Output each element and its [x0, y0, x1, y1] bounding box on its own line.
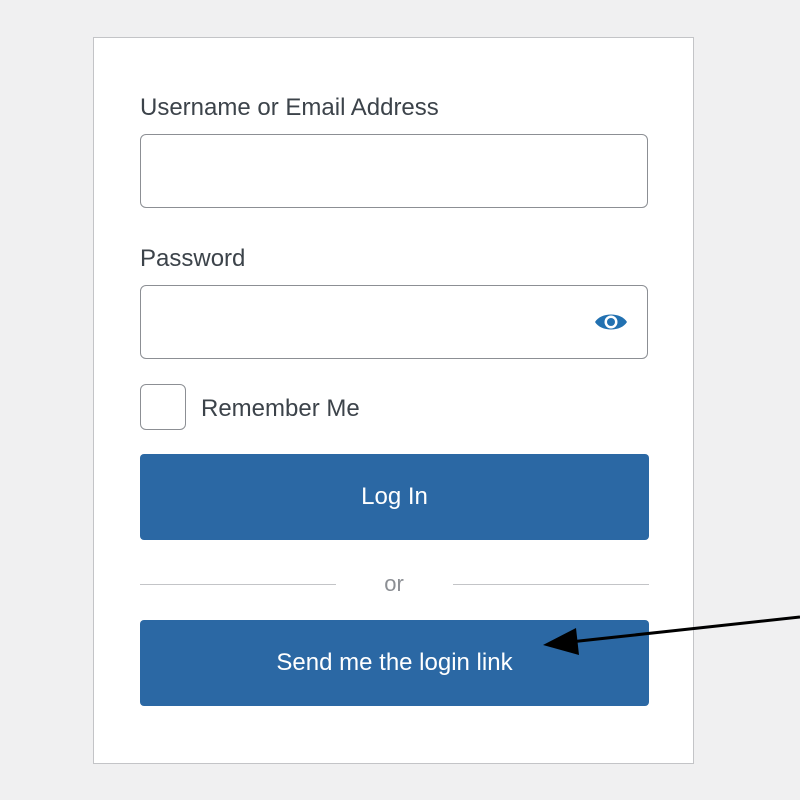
- send-login-link-button[interactable]: Send me the login link: [140, 620, 649, 706]
- divider-line-left: [140, 584, 336, 585]
- password-label: Password: [140, 245, 246, 272]
- remember-me-label[interactable]: Remember Me: [201, 395, 360, 423]
- log-in-button[interactable]: Log In: [140, 454, 649, 540]
- page: Username or Email Address Password Remem…: [0, 0, 800, 800]
- username-label: Username or Email Address: [140, 94, 439, 121]
- password-input[interactable]: [140, 285, 648, 359]
- login-form-card: Username or Email Address Password Remem…: [93, 37, 694, 764]
- eye-icon[interactable]: [593, 310, 629, 334]
- divider-or-text: or: [384, 571, 404, 596]
- username-input[interactable]: [140, 134, 648, 208]
- divider-line-right: [453, 584, 649, 585]
- remember-me-checkbox[interactable]: [140, 384, 186, 430]
